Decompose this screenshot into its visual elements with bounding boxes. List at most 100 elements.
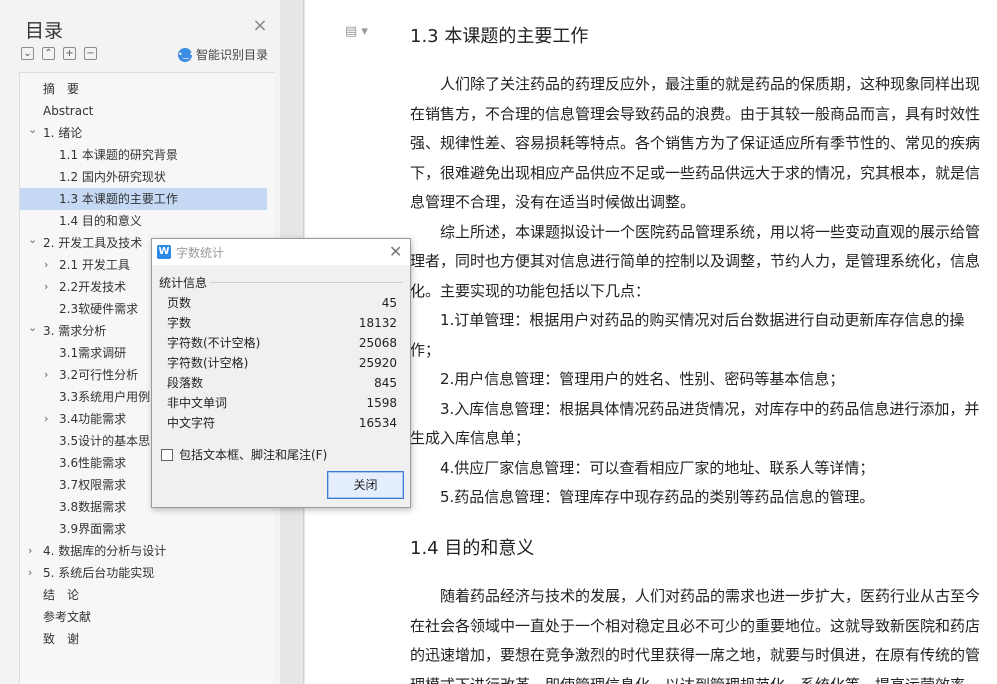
toc-toolbar: ⌄ ⌃ + −: [21, 47, 97, 60]
body-text-line: 5.药品信息管理：管理库存中现存药品的类别等药品信息的管理。: [410, 488, 875, 506]
toc-item-label: 2.3软硬件需求: [59, 302, 139, 316]
toc-item[interactable]: 结 论: [20, 584, 267, 606]
body-text-line: 息管理不合理，没有在适当时候做出调整。: [410, 193, 696, 211]
dialog-close-icon[interactable]: ✕: [389, 242, 402, 261]
page-outline-icon[interactable]: ▤ ▾: [345, 24, 368, 39]
toc-item-label: 1.1 本课题的研究背景: [59, 148, 178, 162]
stat-label: 页数: [167, 296, 192, 310]
stat-label: 字符数(不计空格): [167, 336, 261, 350]
remove-heading-icon[interactable]: −: [84, 47, 97, 60]
stat-label: 中文字符: [167, 416, 216, 430]
stats-section-label: 统计信息: [159, 276, 208, 290]
toc-item-label: 3. 需求分析: [43, 324, 107, 338]
stat-row: 字符数(不计空格) 25068: [167, 333, 397, 353]
body-text-line: 下，很难避免出现相应产品供应不足或一些药品供远大于求的情况，究其根本，就是信: [410, 163, 981, 182]
toc-item-label: 3.2可行性分析: [59, 368, 139, 382]
toc-item[interactable]: 1.4 目的和意义: [20, 210, 267, 232]
toc-item-label: 1. 绪论: [43, 126, 83, 140]
stat-row: 段落数 845: [167, 373, 397, 393]
body-text-line: 2.用户信息管理：管理用户的姓名、性别、密码等基本信息；: [410, 370, 845, 388]
chevron-right-icon[interactable]: ›: [28, 562, 38, 584]
stat-label: 段落数: [167, 376, 204, 390]
dialog-title: 字数统计: [176, 246, 225, 260]
stat-value: 45: [381, 296, 397, 310]
toc-item[interactable]: › 5. 系统后台功能实现: [20, 562, 267, 584]
stat-value: 16534: [358, 416, 397, 430]
close-button[interactable]: 关闭: [327, 471, 404, 499]
body-text-line: 1.订单管理：根据用户对药品的购买情况对后台数据进行自动更新库存信息的操: [410, 311, 965, 329]
stat-value: 1598: [366, 396, 397, 410]
checkbox-box[interactable]: [161, 448, 173, 461]
dialog-titlebar[interactable]: W 字数统计 ✕: [152, 239, 410, 265]
toc-item[interactable]: ⌄ 1. 绪论: [20, 122, 267, 144]
toc-title: 目录: [25, 20, 64, 42]
section-heading-1-4: 1.4 目的和意义: [410, 538, 535, 559]
body-text-line: 强、规律性差、容易损耗等特点。各个销售方为了保证适应所有季节性的、常见的疾病: [410, 134, 981, 152]
toc-item-label: 5. 系统后台功能实现: [43, 566, 155, 580]
toc-item-label: 1.3 本课题的主要工作: [59, 192, 178, 206]
toc-item[interactable]: 1.2 国内外研究现状: [20, 166, 267, 188]
body-text-line: 生成入库信息单；: [410, 429, 531, 447]
toc-item-label: 3.5设计的基本思: [59, 434, 151, 448]
body-text-line: 在销售方，不合理的信息管理会导致药品的浪费。由于其较一般商品而言，具有时效性: [410, 104, 981, 123]
toc-item[interactable]: 参考文献: [20, 606, 267, 628]
chevron-right-icon[interactable]: ›: [44, 254, 54, 276]
toc-item[interactable]: › 4. 数据库的分析与设计: [20, 540, 267, 562]
wps-logo-icon: W: [157, 245, 171, 259]
toc-item-label: 2. 开发工具及技术: [43, 236, 143, 250]
stat-label: 字数: [167, 316, 192, 330]
toc-item-label: Abstract: [43, 104, 94, 118]
checkbox-label: 包括文本框、脚注和尾注(F): [179, 448, 328, 462]
toc-item-label: 结 论: [43, 588, 80, 602]
toc-item[interactable]: Abstract: [20, 100, 267, 122]
divider: [210, 282, 403, 283]
toc-item-label: 4. 数据库的分析与设计: [43, 544, 167, 558]
toc-item[interactable]: 1.1 本课题的研究背景: [20, 144, 267, 166]
close-icon[interactable]: ×: [252, 17, 268, 35]
body-text-line: 理模式下进行改革，即使管理信息化，以达到管理规范化、系统化等，提高运营效率。: [410, 674, 980, 684]
stat-label: 非中文单词: [167, 396, 228, 410]
stat-value: 25068: [358, 336, 397, 350]
toc-item[interactable]: 1.3 本课题的主要工作: [20, 188, 267, 210]
chevron-right-icon[interactable]: ›: [44, 364, 54, 386]
toc-item[interactable]: 3.9界面需求: [20, 518, 267, 540]
include-textbox-checkbox[interactable]: 包括文本框、脚注和尾注(F): [161, 446, 327, 463]
toc-item-label: 1.2 国内外研究现状: [59, 170, 166, 184]
chevron-down-icon[interactable]: ⌄: [28, 317, 38, 339]
body-text-line: 人们除了关注药品的药理反应外，最注重的就是药品的保质期，这种现象同样出现: [410, 75, 981, 93]
body-text-line: 作；: [410, 340, 441, 359]
stat-row: 非中文单词 1598: [167, 393, 397, 413]
toc-item-label: 3.3系统用户用例: [59, 390, 151, 404]
expand-all-icon[interactable]: ⌃: [42, 47, 55, 60]
body-text-line: 3.入库信息管理：根据具体情况药品进货情况，对库存中的药品信息进行添加，并: [410, 399, 980, 418]
chevron-right-icon[interactable]: ›: [44, 408, 54, 430]
body-text-line: 4.供应厂家信息管理：可以查看相应厂家的地址、联系人等详情；: [410, 458, 875, 477]
add-heading-icon[interactable]: +: [63, 47, 76, 60]
toc-item-label: 1.4 目的和意义: [59, 214, 142, 228]
toc-item-label: 3.1需求调研: [59, 346, 127, 360]
stat-value: 18132: [358, 316, 397, 330]
toc-item[interactable]: 摘 要: [20, 78, 267, 100]
toc-item-label: 3.7权限需求: [59, 478, 127, 492]
chevron-right-icon[interactable]: ›: [44, 276, 54, 298]
chevron-down-icon[interactable]: ⌄: [28, 119, 38, 141]
stat-row: 字数 18132: [167, 313, 397, 333]
stat-row: 中文字符 16534: [167, 413, 397, 433]
toc-item[interactable]: 致 谢: [20, 628, 267, 650]
body-text-line: 在社会各领域中一直处于一个相对稳定且必不可少的重要地位。这就导致新医院和药店: [410, 616, 981, 635]
stat-value: 25920: [358, 356, 397, 370]
collapse-all-icon[interactable]: ⌄: [21, 47, 34, 60]
toc-item-label: 3.9界面需求: [59, 522, 127, 536]
smart-toc-button[interactable]: •‿• 智能识别目录: [178, 46, 268, 63]
toc-item-label: 2.1 开发工具: [59, 258, 130, 272]
toc-item-label: 致 谢: [43, 632, 80, 646]
chevron-right-icon[interactable]: ›: [28, 540, 38, 562]
toc-item-label: 摘 要: [43, 82, 80, 96]
stat-value: 845: [374, 376, 397, 390]
toc-item-label: 参考文献: [43, 610, 92, 624]
toc-item-label: 3.4功能需求: [59, 412, 127, 426]
smart-toc-label: 智能识别目录: [196, 48, 269, 62]
chevron-down-icon[interactable]: ⌄: [28, 229, 38, 251]
body-text-line: 理者，同时也方便其对信息进行简单的控制以及调整，节约人力，是管理系统化，信息: [410, 252, 981, 270]
toc-item-label: 3.8数据需求: [59, 500, 127, 514]
